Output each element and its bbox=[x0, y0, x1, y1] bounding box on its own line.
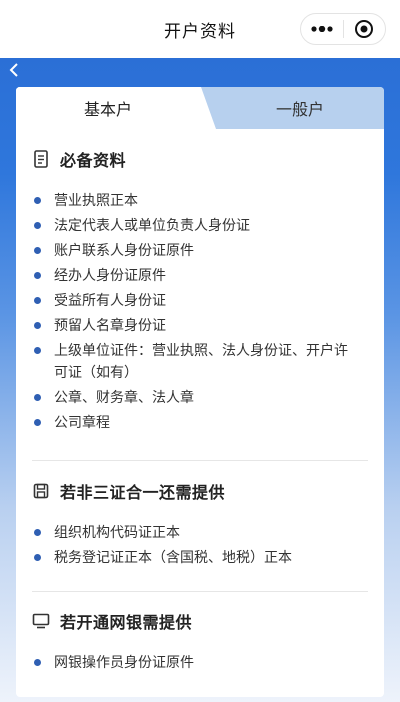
section-heading: 若非三证合一还需提供 bbox=[60, 483, 226, 502]
list-item: 上级单位证件：营业执照、法人身份证、开户许可证（如有） bbox=[16, 340, 384, 384]
materials-list: 网银操作员身份证原件 bbox=[16, 652, 384, 674]
section-header: 若开通网银需提供 bbox=[16, 606, 384, 636]
bullet bbox=[34, 659, 41, 666]
bullet bbox=[34, 347, 41, 354]
list-item: 税务登记证正本（含国税、地税）正本 bbox=[16, 547, 384, 569]
bullet bbox=[34, 297, 41, 304]
back-button[interactable] bbox=[4, 60, 24, 80]
section-required-materials: 必备资料 营业执照正本 法定代表人或单位负责人身份证 账户联系人身份证原件 经办… bbox=[16, 144, 384, 437]
bullet bbox=[34, 394, 41, 401]
mini-program-capsule bbox=[300, 13, 386, 45]
target-close-icon bbox=[355, 20, 374, 38]
list-item: 营业执照正本 bbox=[16, 190, 384, 212]
bullet bbox=[34, 322, 41, 329]
list-item: 经办人身份证原件 bbox=[16, 265, 384, 287]
bullet bbox=[34, 247, 41, 254]
section-heading: 必备资料 bbox=[60, 151, 127, 170]
chevron-left-icon bbox=[9, 63, 18, 77]
more-dots-icon bbox=[311, 26, 333, 32]
list-item: 账户联系人身份证原件 bbox=[16, 240, 384, 262]
section-header: 若非三证合一还需提供 bbox=[16, 476, 384, 506]
section-header: 必备资料 bbox=[16, 144, 384, 174]
bullet bbox=[34, 222, 41, 229]
bullet bbox=[34, 272, 41, 279]
page-title: 开户资料 bbox=[164, 21, 236, 42]
section-online-banking: 若开通网银需提供 网银操作员身份证原件 bbox=[16, 606, 384, 677]
monitor-icon bbox=[32, 612, 50, 630]
list-item: 预留人名章身份证 bbox=[16, 315, 384, 337]
materials-list: 组织机构代码证正本 税务登记证正本（含国税、地税）正本 bbox=[16, 522, 384, 569]
tab-basic-label: 基本户 bbox=[83, 100, 132, 119]
list-item: 受益所有人身份证 bbox=[16, 290, 384, 312]
navigation-bar: 开户资料 bbox=[0, 0, 400, 58]
section-heading: 若开通网银需提供 bbox=[60, 613, 193, 632]
list-item: 组织机构代码证正本 bbox=[16, 522, 384, 544]
list-item: 公司章程 bbox=[16, 412, 384, 434]
tab-general-label: 一般户 bbox=[275, 100, 324, 119]
bullet bbox=[34, 529, 41, 536]
list-item: 网银操作员身份证原件 bbox=[16, 652, 384, 674]
section-divider bbox=[32, 591, 368, 592]
more-button[interactable] bbox=[301, 14, 343, 44]
close-button[interactable] bbox=[344, 14, 385, 44]
bullet bbox=[34, 554, 41, 561]
materials-card: 一般户 基本户 必备资料 营业执照正本 法定代表人或单位负责人身份证 账户联系人… bbox=[16, 87, 384, 697]
list-item: 公章、财务章、法人章 bbox=[16, 387, 384, 409]
tab-basic-account[interactable]: 基本户 bbox=[16, 87, 200, 129]
document-icon bbox=[32, 150, 50, 168]
bullet bbox=[34, 419, 41, 426]
account-type-tabs: 一般户 基本户 bbox=[16, 87, 384, 129]
list-item: 法定代表人或单位负责人身份证 bbox=[16, 215, 384, 237]
save-icon bbox=[32, 482, 50, 500]
section-divider bbox=[32, 460, 368, 461]
materials-list: 营业执照正本 法定代表人或单位负责人身份证 账户联系人身份证原件 经办人身份证原… bbox=[16, 190, 384, 434]
section-non-three-in-one: 若非三证合一还需提供 组织机构代码证正本 税务登记证正本（含国税、地税）正本 bbox=[16, 476, 384, 572]
bullet bbox=[34, 197, 41, 204]
